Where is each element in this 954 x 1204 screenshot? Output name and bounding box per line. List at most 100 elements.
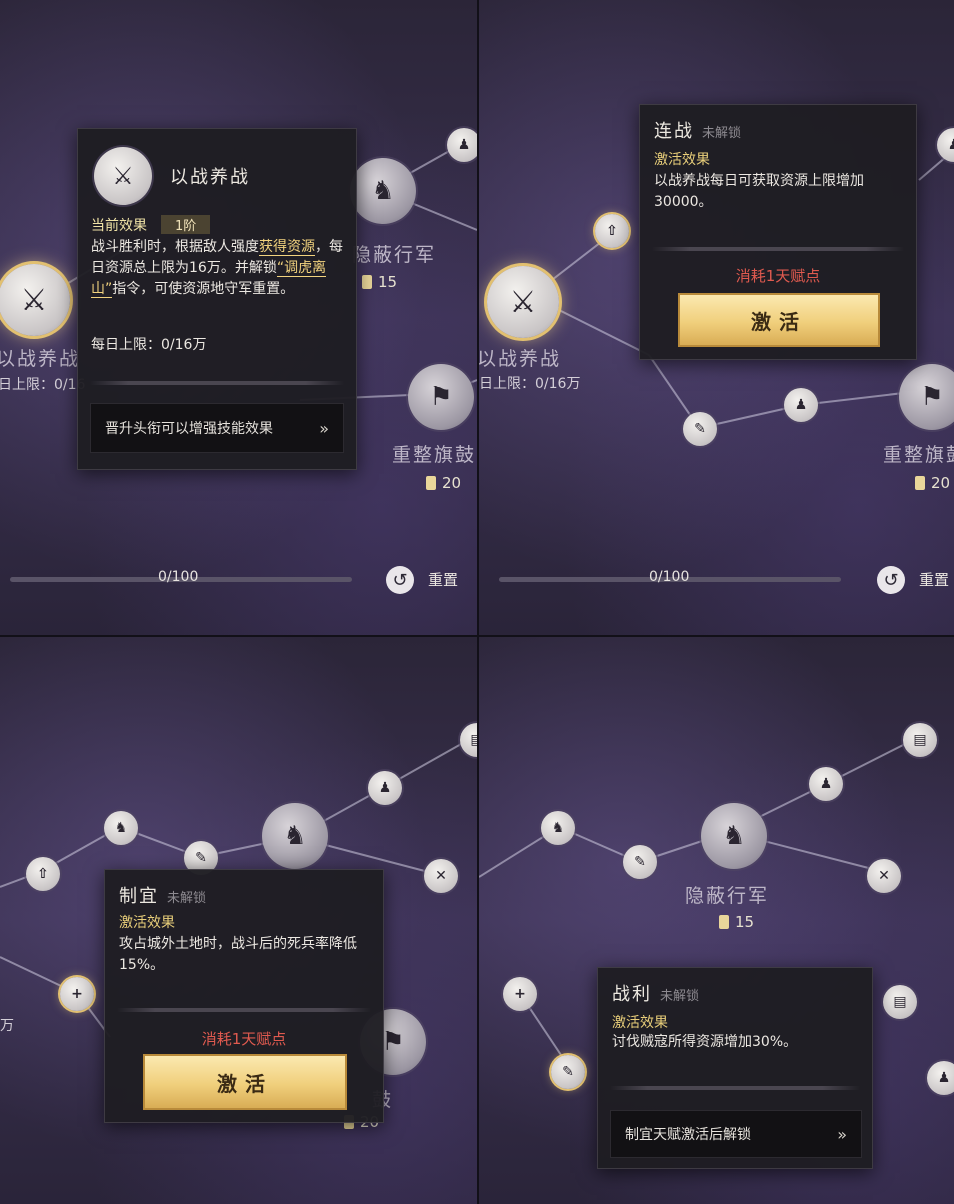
- hidden-march-icon[interactable]: ♞: [262, 803, 328, 869]
- cost-text: 消耗1天赋点: [201, 1030, 287, 1048]
- talent-tree-view-1: ⚔ 以战养战 日上限：0/16 ♞ 隐蔽行军 15 ♟ ⚑ 重整旗鼓 20 ⚔ …: [0, 0, 477, 635]
- panel-title: 制宜: [119, 886, 159, 907]
- cost-value: 15: [735, 913, 755, 931]
- desc-text-1: 战斗胜利时，根据敌人强度: [91, 239, 259, 255]
- chevron-right-icon: »: [837, 1124, 847, 1144]
- zhi-yi-node[interactable]: +: [60, 977, 94, 1011]
- zhan-yang-zhan-node[interactable]: ⚔: [487, 266, 559, 338]
- talent-node-icon[interactable]: +: [503, 977, 537, 1011]
- reset-icon[interactable]: ↺: [877, 566, 905, 594]
- current-effect-row: 当前效果 1阶: [91, 215, 211, 235]
- zhan-yang-zhan-icon: ⚔: [94, 147, 152, 205]
- node-sub-left: 万: [0, 1018, 14, 1034]
- chevron-right-icon: »: [319, 418, 329, 438]
- node-sub-left: 日上限：0/16: [0, 377, 86, 393]
- upgrade-hint-bar[interactable]: 晋升头衔可以增强技能效果 »: [90, 403, 344, 453]
- effect-description: 以战养战每日可获取资源上限增加30000。: [654, 173, 864, 210]
- locked-status: 未解锁: [660, 989, 700, 1004]
- node-label-left: 以战养战: [479, 348, 562, 370]
- hint-text: 制宜天赋激活后解锁: [625, 1127, 751, 1143]
- zhan-li-node[interactable]: ✎: [551, 1055, 585, 1089]
- cost-value: 15: [378, 273, 398, 291]
- progress-text: 0/100: [649, 569, 690, 585]
- talent-node-icon[interactable]: ✕: [867, 859, 901, 893]
- cost-hidden-march: 15: [719, 913, 754, 931]
- talent-node-icon[interactable]: ♞: [104, 811, 138, 845]
- talent-node-icon[interactable]: ▤: [903, 723, 937, 757]
- hidden-march-icon[interactable]: ♞: [701, 803, 767, 869]
- zhan-yang-zhan-node[interactable]: ⚔: [0, 264, 70, 336]
- talent-node-icon[interactable]: ♟: [447, 128, 477, 162]
- separator: [652, 247, 904, 251]
- hint-text: 晋升头衔可以增强技能效果: [105, 421, 273, 437]
- skill-detail-panel: ⚔ 以战养战 当前效果 1阶 战斗胜利时，根据敌人强度获得资源，每日资源总上限为1…: [77, 128, 357, 470]
- talent-node-icon[interactable]: ✎: [623, 845, 657, 879]
- desc-text-3: 指令，可使资源地守军重置。: [112, 281, 295, 297]
- separator: [90, 381, 344, 385]
- panel-header: 制宜 未解锁: [119, 882, 206, 908]
- effect-label: 激活效果: [654, 152, 710, 168]
- skill-detail-panel: 制宜 未解锁 激活效果 攻占城外土地时，战斗后的死兵率降低15%。 消耗1天赋点 …: [104, 869, 384, 1123]
- node-label-left: 以战养战: [0, 348, 81, 370]
- talent-node-icon[interactable]: ♟: [368, 771, 402, 805]
- talent-node-icon[interactable]: ♞: [541, 811, 575, 845]
- panel-header: 战利 未解锁: [612, 980, 699, 1006]
- reset-button[interactable]: 重置: [428, 569, 458, 590]
- panel-header: 连战 未解锁: [654, 117, 741, 143]
- cost-hidden-march: 15: [362, 273, 397, 291]
- panel-title: 以战养战: [170, 167, 250, 188]
- daily-limit: 每日上限：0/16万: [91, 337, 207, 353]
- separator: [117, 1008, 371, 1012]
- tier-badge: 1阶: [161, 215, 211, 234]
- reset-button[interactable]: 重置: [919, 569, 949, 590]
- effect-description: 讨伐贼寇所得资源增加30%。: [612, 1034, 798, 1050]
- flag-icon[interactable]: ⚑: [408, 364, 474, 430]
- talent-tree-view-2: ⇧ ⚔ 以战养战 日上限：0/16万 ✎ ♟ ♟ ⚑ 重整旗鼓 20 连战未解锁…: [479, 0, 954, 635]
- activate-button[interactable]: 激活: [678, 293, 880, 347]
- effect-label: 激活效果: [119, 915, 175, 931]
- quadrant-divider-horizontal: [0, 635, 954, 637]
- talent-tree-view-3: ⇧ ♞ ✎ ♞ ♟ ▤ ✕ + 万 ⚑ 鼓 20 制宜未解锁 激活效果 攻占城外…: [0, 637, 477, 1204]
- talent-node-icon[interactable]: ♟: [809, 767, 843, 801]
- cost-value: 20: [442, 474, 462, 492]
- effect-label: 激活效果: [612, 1015, 668, 1031]
- lian-zhan-node[interactable]: ⇧: [595, 214, 629, 248]
- desc-highlight-resource: 获得资源: [259, 239, 315, 256]
- node-sub-left: 日上限：0/16万: [479, 376, 581, 392]
- activate-button[interactable]: 激活: [143, 1054, 347, 1110]
- talent-point-icon: [426, 476, 436, 490]
- node-label-flag: 重整旗鼓: [392, 444, 477, 466]
- hidden-march-icon[interactable]: ♞: [350, 158, 416, 224]
- talent-node-icon[interactable]: ✎: [683, 412, 717, 446]
- talent-node-icon[interactable]: ♟: [784, 388, 818, 422]
- talent-node-icon[interactable]: ▤: [883, 985, 917, 1019]
- talent-node-icon[interactable]: ⇧: [26, 857, 60, 891]
- cost-flag: 20: [426, 474, 461, 492]
- locked-status: 未解锁: [167, 891, 207, 906]
- reset-icon[interactable]: ↺: [386, 566, 414, 594]
- node-label-hidden-march: 隐蔽行军: [685, 885, 770, 907]
- panel-title: 连战: [654, 121, 694, 142]
- unlock-hint-bar[interactable]: 制宜天赋激活后解锁 »: [610, 1110, 862, 1158]
- panel-title: 战利: [612, 984, 652, 1005]
- talent-point-icon: [915, 476, 925, 490]
- current-effect-label: 当前效果: [91, 218, 147, 234]
- separator: [610, 1086, 860, 1090]
- progress-text: 0/100: [158, 569, 199, 585]
- locked-status: 未解锁: [702, 126, 742, 141]
- talent-node-icon[interactable]: ✕: [424, 859, 458, 893]
- talent-progress: 0/100 ↺ 重置: [479, 566, 954, 594]
- talent-node-icon[interactable]: ♟: [927, 1061, 954, 1095]
- talent-point-icon: [362, 275, 372, 289]
- talent-tree-view-4: ♞ ✎ ♞ 隐蔽行军 15 ♟ ▤ ✕ + ✎ ▤ ♟ 战利 未解锁 激活效果 讨…: [479, 637, 954, 1204]
- skill-detail-panel: 战利 未解锁 激活效果 讨伐贼寇所得资源增加30%。 制宜天赋激活后解锁 »: [597, 967, 873, 1169]
- effect-description: 攻占城外土地时，战斗后的死兵率降低15%。: [119, 936, 357, 973]
- effect-description: 战斗胜利时，根据敌人强度获得资源，每日资源总上限为16万。并解锁“调虎离山”指令…: [91, 237, 343, 300]
- node-label-hidden-march: 隐蔽行军: [352, 244, 437, 266]
- skill-detail-panel: 连战 未解锁 激活效果 以战养战每日可获取资源上限增加30000。 消耗1天赋点 …: [639, 104, 917, 360]
- talent-progress: 0/100 ↺ 重置: [0, 566, 477, 594]
- cost-flag: 20: [915, 474, 950, 492]
- quadrant-divider-vertical: [477, 0, 479, 1204]
- cost-text: 消耗1天赋点: [735, 267, 821, 285]
- node-label-flag: 重整旗鼓: [883, 444, 954, 466]
